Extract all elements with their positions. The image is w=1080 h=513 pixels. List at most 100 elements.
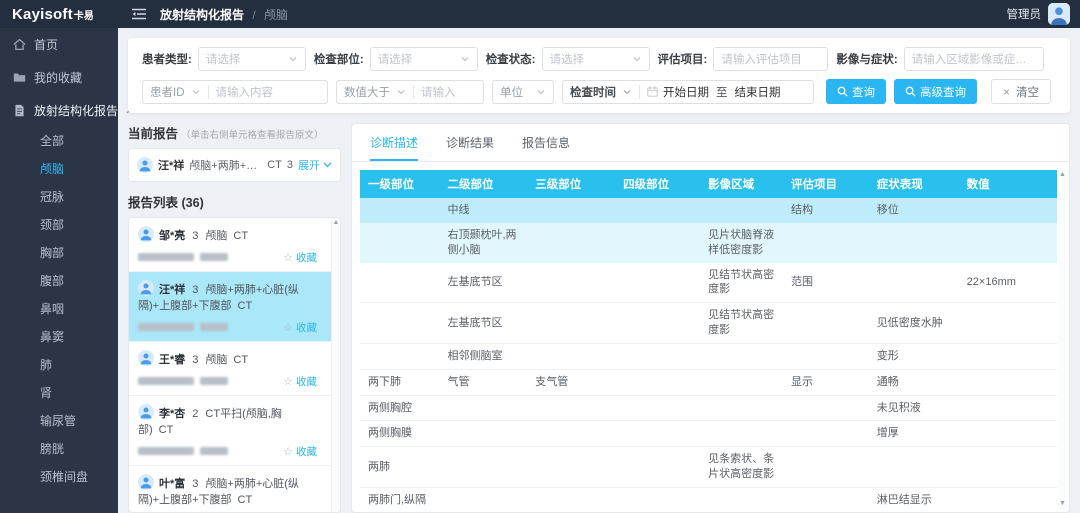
filter-input[interactable]: 请输入评估项目 (713, 47, 828, 71)
table-cell[interactable] (700, 395, 783, 421)
table-cell[interactable] (439, 421, 527, 447)
table-cell[interactable] (959, 395, 1057, 421)
table-cell[interactable]: 右顶颞枕叶,两侧小脑 (439, 223, 527, 263)
list-scrollbar[interactable]: ▲ (331, 218, 340, 512)
report-list-item[interactable]: 李*杏2CT平扫(颅脑,胸部)CT☆收藏 (129, 396, 331, 466)
table-cell[interactable] (869, 223, 959, 263)
table-cell[interactable] (439, 487, 527, 512)
patient-id-input[interactable]: 请输入内容 (209, 81, 328, 103)
table-cell[interactable] (360, 303, 439, 344)
sidebar-subitem-1[interactable]: 全部 (0, 127, 118, 155)
table-cell[interactable] (700, 198, 783, 223)
filter-select[interactable]: 请选择 (370, 47, 478, 71)
table-cell[interactable]: 移位 (869, 198, 959, 223)
sidebar-subitem-5[interactable]: 胸部 (0, 239, 118, 267)
tab-2[interactable]: 诊断结果 (446, 134, 494, 161)
unit-select[interactable]: 单位 (492, 80, 554, 104)
menu-fold-icon[interactable] (132, 8, 146, 20)
table-cell[interactable]: 见结节状高密度影 (700, 303, 783, 344)
sidebar-subitem-12[interactable]: 膀胱 (0, 435, 118, 463)
table-cell[interactable] (527, 343, 615, 369)
table-cell[interactable] (360, 198, 439, 223)
table-cell[interactable]: 中线 (439, 198, 527, 223)
table-cell[interactable]: 淋巴结显示 (869, 487, 959, 512)
table-cell[interactable] (527, 487, 615, 512)
table-cell[interactable] (783, 223, 869, 263)
table-cell[interactable] (527, 263, 615, 303)
table-scrollbar[interactable]: ▲ ▼ (1058, 170, 1067, 509)
table-cell[interactable] (527, 223, 615, 263)
table-cell[interactable]: 两侧胸腔 (360, 395, 439, 421)
sidebar-subitem-11[interactable]: 输尿管 (0, 407, 118, 435)
sidebar-subitem-9[interactable]: 肺 (0, 351, 118, 379)
table-cell[interactable] (959, 421, 1057, 447)
table-cell[interactable] (783, 395, 869, 421)
sidebar-subitem-13[interactable]: 颈椎间盘 (0, 463, 118, 491)
table-cell[interactable] (959, 343, 1057, 369)
table-cell[interactable]: 见片状脑脊液样低密度影 (700, 223, 783, 263)
value-input[interactable]: 请输入 (414, 81, 483, 103)
table-cell[interactable]: 气管 (439, 369, 527, 395)
table-cell[interactable]: 范围 (783, 263, 869, 303)
value-compare-select[interactable]: 数值大于 (337, 81, 413, 103)
table-cell[interactable] (615, 303, 700, 344)
table-cell[interactable] (783, 447, 869, 488)
scroll-down-icon[interactable]: ▼ (1058, 499, 1067, 509)
table-cell[interactable] (959, 303, 1057, 344)
report-list-item[interactable]: 邹*亮3颅脑CT☆收藏 (129, 218, 331, 272)
table-cell[interactable]: 左基底节区 (439, 303, 527, 344)
user-avatar[interactable] (1048, 3, 1070, 25)
sidebar-subitem-7[interactable]: 鼻咽 (0, 295, 118, 323)
table-cell[interactable] (615, 395, 700, 421)
sidebar-item-favorites[interactable]: 我的收藏 (0, 61, 118, 94)
table-cell[interactable] (783, 343, 869, 369)
table-cell[interactable] (959, 223, 1057, 263)
table-cell[interactable] (615, 198, 700, 223)
table-cell[interactable]: 通畅 (869, 369, 959, 395)
table-cell[interactable]: 未见积液 (869, 395, 959, 421)
table-cell[interactable] (360, 343, 439, 369)
table-cell[interactable]: 两肺 (360, 447, 439, 488)
table-cell[interactable] (360, 263, 439, 303)
table-cell[interactable] (615, 263, 700, 303)
favorite-button[interactable]: ☆收藏 (283, 374, 317, 389)
filter-select[interactable]: 请选择 (542, 47, 650, 71)
table-cell[interactable]: 见低密度水肿 (869, 303, 959, 344)
scroll-up-icon[interactable]: ▲ (1058, 170, 1067, 180)
tab-3[interactable]: 报告信息 (522, 134, 570, 161)
table-cell[interactable] (527, 303, 615, 344)
table-cell[interactable] (527, 198, 615, 223)
sidebar-subitem-3[interactable]: 冠脉 (0, 183, 118, 211)
table-cell[interactable]: 结构 (783, 198, 869, 223)
table-cell[interactable]: 见结节状高密度影 (700, 263, 783, 303)
table-cell[interactable]: 见条索状、条片状高密度影 (700, 447, 783, 488)
user-menu[interactable]: 管理员 (1007, 3, 1080, 25)
table-cell[interactable] (869, 263, 959, 303)
sidebar-item-home[interactable]: 首页 (0, 28, 118, 61)
clear-button[interactable]: × 清空 (991, 79, 1051, 104)
table-cell[interactable]: 相邻侧脑室 (439, 343, 527, 369)
report-list-item[interactable]: 王*睿3颅脑CT☆收藏 (129, 342, 331, 396)
table-cell[interactable] (615, 369, 700, 395)
current-report-card[interactable]: 汪*祥 颅脑+两肺+心... CT 3 展开 (128, 148, 341, 182)
sidebar-subitem-10[interactable]: 肾 (0, 379, 118, 407)
table-cell[interactable]: 变形 (869, 343, 959, 369)
table-cell[interactable] (439, 395, 527, 421)
table-cell[interactable] (959, 198, 1057, 223)
favorite-button[interactable]: ☆收藏 (283, 320, 317, 335)
table-cell[interactable] (615, 343, 700, 369)
table-cell[interactable]: 增厚 (869, 421, 959, 447)
table-cell[interactable] (700, 421, 783, 447)
table-cell[interactable] (869, 447, 959, 488)
table-cell[interactable] (959, 369, 1057, 395)
sidebar-item-structured-reports[interactable]: 放射结构化报告 (0, 94, 118, 127)
favorite-button[interactable]: ☆收藏 (283, 444, 317, 459)
table-cell[interactable]: 22×16mm (959, 263, 1057, 303)
table-cell[interactable] (783, 487, 869, 512)
table-cell[interactable] (615, 223, 700, 263)
report-list-item[interactable]: 汪*祥3颅脑+两肺+心脏(纵隔)+上腹部+下腹部CT☆收藏 (129, 272, 331, 342)
favorite-button[interactable]: ☆收藏 (283, 250, 317, 265)
report-list-item[interactable]: 叶*富3颅脑+两肺+心脏(纵隔)+上腹部+下腹部CT☆收藏 (129, 466, 331, 513)
breadcrumb-root[interactable]: 放射结构化报告 (160, 8, 244, 22)
scroll-up-icon[interactable]: ▲ (332, 218, 340, 228)
